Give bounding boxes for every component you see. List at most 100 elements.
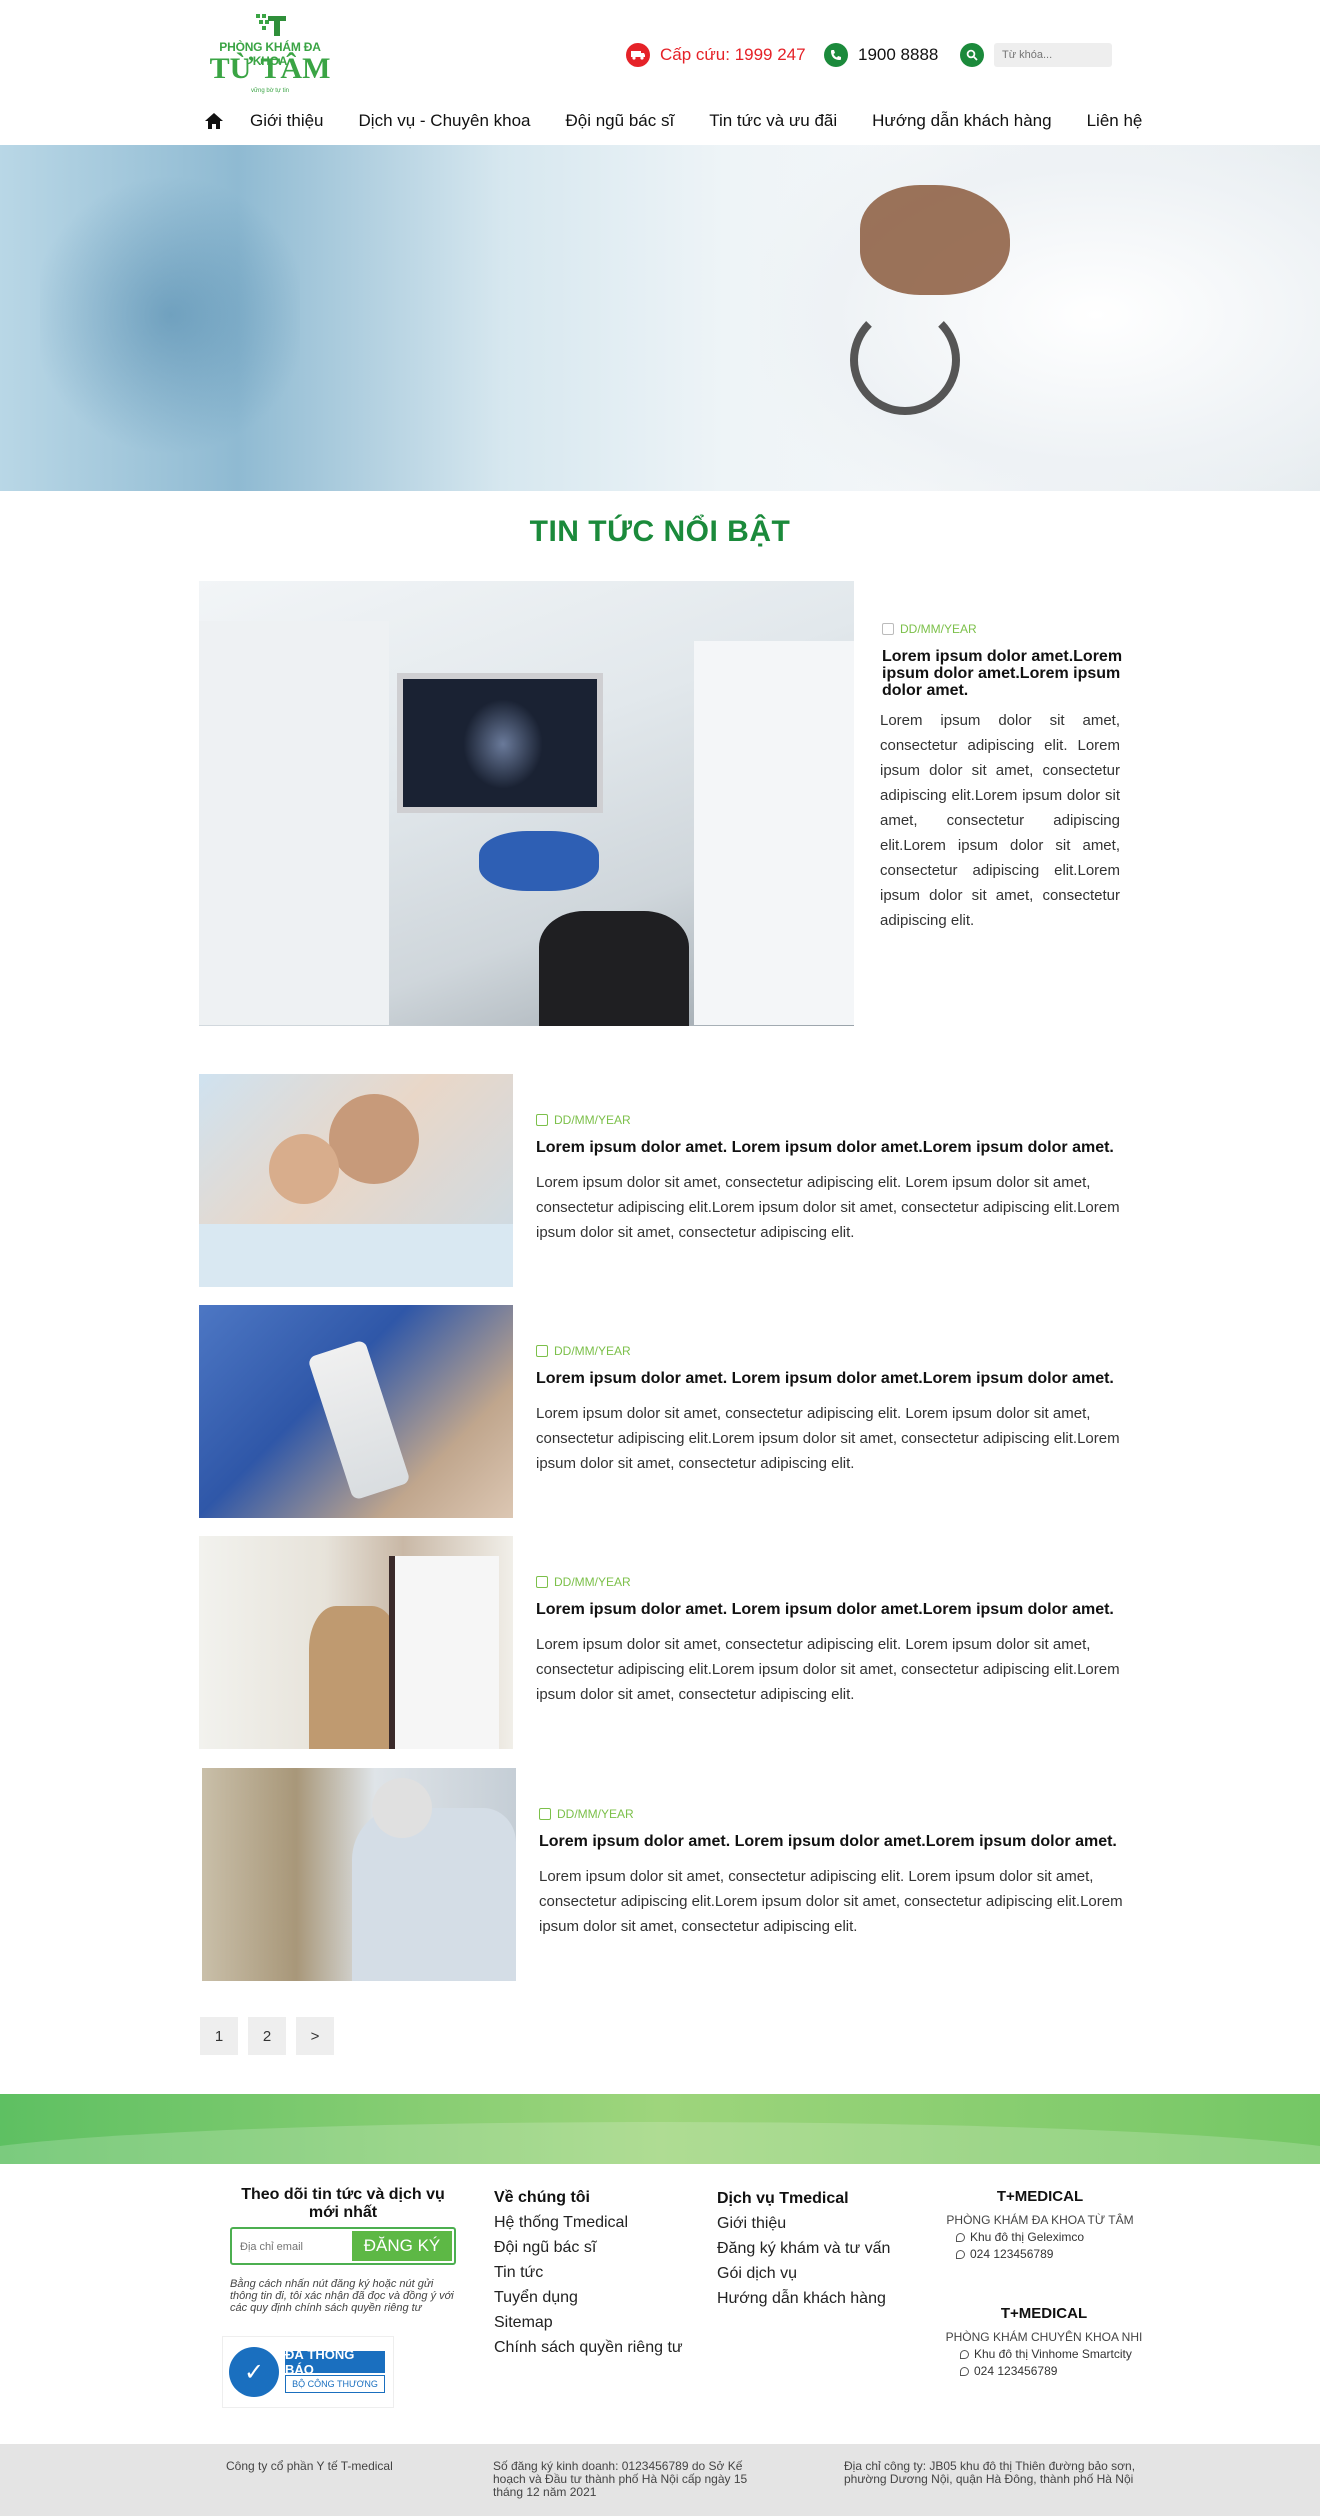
- article-4-excerpt: Lorem ipsum dolor sit amet, consectetur …: [539, 1868, 1123, 1935]
- article-2-title[interactable]: Lorem ipsum dolor amet. Lorem ipsum dolo…: [536, 1370, 1136, 1387]
- clinic-1-brand: T+MEDICAL: [996, 2188, 1084, 2205]
- clinic-card-2: T+MEDICAL PHÒNG KHÁM CHUYÊN KHOA NHI Khu…: [934, 2305, 1154, 2378]
- article-4-title[interactable]: Lorem ipsum dolor amet. Lorem ipsum dolo…: [539, 1833, 1139, 1850]
- calendar-icon: [539, 1808, 551, 1820]
- location-pin-icon: [960, 2349, 969, 2359]
- clinic-1-phone[interactable]: 024 123456789: [956, 2247, 1150, 2261]
- footer-link-intro[interactable]: Giới thiệu: [717, 2215, 786, 2233]
- featured-date-text: DD/MM/YEAR: [900, 622, 977, 636]
- footer-link-doctors[interactable]: Đội ngũ bác sĩ: [494, 2239, 596, 2257]
- article-image-4[interactable]: [202, 1768, 516, 1981]
- phone-icon: [960, 2366, 969, 2376]
- article-2-excerpt: Lorem ipsum dolor sit amet, consectetur …: [536, 1405, 1120, 1472]
- clinic-2-name: PHÒNG KHÁM CHUYÊN KHOA NHI: [945, 2330, 1143, 2344]
- phone-icon: [956, 2249, 965, 2259]
- footer-link-news[interactable]: Tin tức: [494, 2264, 543, 2282]
- calendar-icon: [536, 1114, 548, 1126]
- ambulance-icon: [626, 43, 650, 67]
- footer-link-booking[interactable]: Đăng ký khám và tư vấn: [717, 2240, 890, 2258]
- hotline-label: 1900 8888: [858, 45, 939, 64]
- page-2-button[interactable]: 2: [248, 2017, 286, 2055]
- clinic-2-address-text: Khu đô thị Vinhome Smartcity: [974, 2347, 1132, 2361]
- search-input[interactable]: [994, 43, 1112, 67]
- featured-date: DD/MM/YEAR: [882, 622, 977, 636]
- moit-badge-line2: BỘ CÔNG THƯƠNG: [285, 2375, 385, 2393]
- article-1-date: DD/MM/YEAR: [536, 1113, 631, 1127]
- clinic-card-1: T+MEDICAL PHÒNG KHÁM ĐA KHOA TỪ TÂM Khu …: [930, 2188, 1150, 2261]
- article-2-date: DD/MM/YEAR: [536, 1344, 631, 1358]
- footer-link-system[interactable]: Hệ thống Tmedical: [494, 2214, 628, 2232]
- featured-excerpt: Lorem ipsum dolor sit amet, consectetur …: [880, 712, 1120, 929]
- clinic-2-phone[interactable]: 024 123456789: [960, 2364, 1154, 2378]
- featured-article-image[interactable]: [199, 581, 854, 1026]
- logo-mark-icon: [256, 14, 286, 36]
- site-logo[interactable]: PHÒNG KHÁM ĐA KHOA TỪ TÂM vững bờ tự tin: [204, 12, 336, 96]
- hero-banner-image: [0, 145, 1320, 491]
- clinic-2-phone-text: 024 123456789: [974, 2364, 1058, 2378]
- article-4-date: DD/MM/YEAR: [539, 1807, 634, 1821]
- article-3-title[interactable]: Lorem ipsum dolor amet. Lorem ipsum dolo…: [536, 1601, 1136, 1618]
- next-page-button[interactable]: >: [296, 2017, 334, 2055]
- subscribe-title: Theo dõi tin tức và dịch vụ mới nhất: [241, 2186, 445, 2221]
- nav-item-doctors[interactable]: Đội ngũ bác sĩ: [566, 111, 675, 131]
- company-name: Công ty cổ phần Y tế T-medical: [226, 2459, 393, 2473]
- footer-link-packages[interactable]: Gói dịch vụ: [717, 2265, 797, 2283]
- moit-registered-badge[interactable]: ✓ ĐÃ THÔNG BÁO BỘ CÔNG THƯƠNG: [222, 2336, 394, 2408]
- emergency-label: Cấp cứu: 1999 247: [660, 45, 806, 64]
- article-image-3[interactable]: [199, 1536, 513, 1749]
- article-3-date-text: DD/MM/YEAR: [554, 1575, 631, 1589]
- clinic-1-phone-text: 024 123456789: [970, 2247, 1054, 2261]
- calendar-icon: [536, 1576, 548, 1588]
- moit-badge-line1: ĐÃ THÔNG BÁO: [285, 2347, 385, 2377]
- calendar-icon: [882, 623, 894, 635]
- footer-link-guide[interactable]: Hướng dẫn khách hàng: [717, 2290, 886, 2308]
- article-image-2[interactable]: [199, 1305, 513, 1518]
- article-3-excerpt: Lorem ipsum dolor sit amet, consectetur …: [536, 1636, 1120, 1703]
- logo-name: TỪ TÂM: [209, 52, 331, 85]
- subscribe-disclaimer: Bằng cách nhấn nút đăng ký hoặc nút gửi …: [230, 2278, 454, 2314]
- calendar-icon: [536, 1345, 548, 1357]
- footer-link-sitemap[interactable]: Sitemap: [494, 2314, 553, 2332]
- clinic-2-address: Khu đô thị Vinhome Smartcity: [960, 2347, 1154, 2361]
- services-column-title: Dịch vụ Tmedical: [717, 2190, 849, 2207]
- clinic-1-address-text: Khu đô thị Geleximco: [970, 2230, 1085, 2244]
- hotline-contact[interactable]: 1900 8888: [824, 40, 938, 70]
- nav-item-news[interactable]: Tin tức và ưu đãi: [709, 111, 837, 131]
- phone-icon: [824, 43, 848, 67]
- footer-link-privacy[interactable]: Chính sách quyền riêng tư: [494, 2339, 683, 2357]
- search-icon[interactable]: [960, 43, 984, 67]
- article-image-1[interactable]: [199, 1074, 513, 1287]
- home-icon[interactable]: [204, 111, 224, 131]
- footer-bottom-bar: Công ty cổ phần Y tế T-medical Số đăng k…: [0, 2444, 1320, 2516]
- clinic-1-address: Khu đô thị Geleximco: [956, 2230, 1150, 2244]
- article-4-date-text: DD/MM/YEAR: [557, 1807, 634, 1821]
- main-nav: Giới thiệu Dịch vụ - Chuyên khoa Đội ngũ…: [204, 106, 1177, 136]
- nav-item-services[interactable]: Dịch vụ - Chuyên khoa: [359, 111, 531, 131]
- page-1-button[interactable]: 1: [200, 2017, 238, 2055]
- emergency-contact[interactable]: Cấp cứu: 1999 247: [626, 40, 806, 70]
- business-license: Số đăng ký kinh doanh: 0123456789 do Sở …: [493, 2459, 748, 2499]
- subscribe-form: ĐĂNG KÝ: [230, 2227, 456, 2265]
- pagination: 1 2 >: [200, 2017, 344, 2055]
- section-title: TIN TỨC NỔI BẬT: [529, 515, 791, 548]
- logo-tagline: vững bờ tự tin: [251, 88, 289, 94]
- nav-item-contact[interactable]: Liên hệ: [1087, 111, 1143, 131]
- article-1-excerpt: Lorem ipsum dolor sit amet, consectetur …: [536, 1174, 1120, 1241]
- footer-wave-decoration: [0, 2094, 1320, 2164]
- article-2-date-text: DD/MM/YEAR: [554, 1344, 631, 1358]
- nav-item-about[interactable]: Giới thiệu: [250, 111, 324, 131]
- article-1-title[interactable]: Lorem ipsum dolor amet. Lorem ipsum dolo…: [536, 1139, 1136, 1156]
- clinic-1-name: PHÒNG KHÁM ĐA KHOA TỪ TÂM: [946, 2213, 1134, 2227]
- about-column-title: Về chúng tôi: [494, 2189, 590, 2206]
- nav-item-guide[interactable]: Hướng dẫn khách hàng: [872, 111, 1051, 131]
- footer-link-careers[interactable]: Tuyển dụng: [494, 2289, 578, 2307]
- company-address: Địa chỉ công ty: JB05 khu đô thị Thiên đ…: [844, 2459, 1136, 2486]
- clinic-2-brand: T+MEDICAL: [1000, 2305, 1088, 2322]
- site-header: PHÒNG KHÁM ĐA KHOA TỪ TÂM vững bờ tự tin…: [0, 0, 1320, 145]
- email-input[interactable]: [240, 2238, 350, 2256]
- featured-title[interactable]: Lorem ipsum dolor amet.Lorem ipsum dolor…: [882, 648, 1130, 699]
- location-pin-icon: [956, 2232, 965, 2242]
- subscribe-button[interactable]: ĐĂNG KÝ: [352, 2231, 452, 2261]
- article-3-date: DD/MM/YEAR: [536, 1575, 631, 1589]
- check-icon: ✓: [229, 2347, 279, 2397]
